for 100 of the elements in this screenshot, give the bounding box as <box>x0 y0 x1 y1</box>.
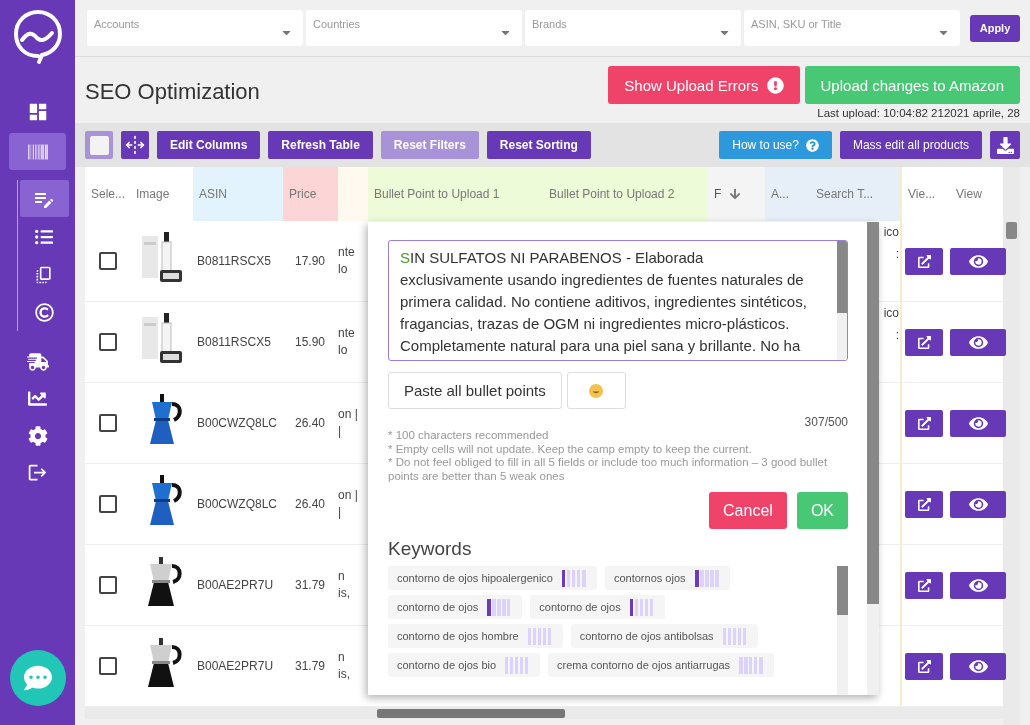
asin-cell-text: B0811RSCX5 <box>196 254 272 268</box>
logo <box>11 8 64 66</box>
row-checkbox[interactable] <box>99 495 117 513</box>
view-button[interactable] <box>950 247 1006 275</box>
keyword-meter <box>629 598 655 616</box>
asin-cell-text: B00CWZQ8LC <box>196 497 279 511</box>
price-cell-text: 15.90 <box>294 335 327 349</box>
view-button[interactable] <box>950 490 1006 518</box>
copyright-icon <box>34 303 54 322</box>
toolbar-button[interactable]: Refresh Table <box>268 131 373 159</box>
filter-dropdown[interactable]: Accounts <box>87 10 303 46</box>
column-header[interactable]: A... <box>765 167 810 221</box>
keyword-text: contorno de ojos hipoalergenico <box>397 572 553 584</box>
keyword-chip[interactable]: contorno de ojos bio <box>388 653 541 677</box>
toolbar-button[interactable]: Reset Sorting <box>486 131 591 159</box>
edit-button[interactable] <box>905 409 943 437</box>
filter-dropdown[interactable]: Brands <box>525 10 741 46</box>
keyword-chip[interactable]: crema contorno de ojos antiarrugas <box>548 653 775 677</box>
keyword-text: crema contorno de ojos antiarrugas <box>557 659 731 671</box>
column-header[interactable]: ASIN <box>193 167 283 221</box>
column-header[interactable]: Price <box>283 167 338 221</box>
view-button[interactable] <box>950 652 1006 680</box>
scrollbar-thumb[interactable] <box>837 241 847 313</box>
column-header[interactable]: View <box>950 167 1003 221</box>
scrollbar-thumb[interactable] <box>377 708 565 718</box>
filter-dropdown[interactable]: ASIN, SKU or Title <box>744 10 960 46</box>
keyword-text: contornos ojos <box>613 572 686 584</box>
edit-button[interactable] <box>905 328 943 356</box>
scrollbar-thumb[interactable] <box>1006 222 1017 239</box>
keyword-chip[interactable]: contorno de ojos <box>530 595 665 619</box>
bullet-point-field[interactable]: SIN SULFATOS NI PARABENOS - Elaborada exclusivamente usando ingredientes de fuentes naturales de primera calidad. No contiene aditivos, ingredientes sintéticos, fragancias, trazas de OGM ni ingredientes micro-plásticos. Completamente natural para una piel sana y brillante. No ha <box>388 240 848 361</box>
smiley-icon <box>589 383 604 398</box>
show-upload-errors-button[interactable]: Show Upload Errors <box>608 66 800 104</box>
keyword-text: contorno de ojos hombre <box>397 630 519 642</box>
column-header[interactable]: Bullet Point to Upload 2 <box>543 167 708 221</box>
external-link-icon <box>917 497 931 511</box>
asin-cell-text: B00AE2PR7U <box>196 659 275 673</box>
filter-dropdown[interactable]: Countries <box>306 10 522 46</box>
logout-icon[interactable] <box>27 462 48 483</box>
settings-icon[interactable] <box>27 425 48 446</box>
scrollbar-thumb[interactable] <box>837 566 848 615</box>
keyword-chip[interactable]: contorno de ojos <box>388 595 523 619</box>
row-checkbox[interactable] <box>99 252 117 270</box>
page-title: SEO Optimization <box>85 79 260 106</box>
price-cell-text: 26.40 <box>294 416 327 430</box>
view-button[interactable] <box>950 571 1006 599</box>
help-button[interactable]: How to use? <box>719 131 832 159</box>
row-checkbox[interactable] <box>99 657 117 675</box>
edit-button[interactable] <box>905 490 943 518</box>
row-checkbox[interactable] <box>99 414 117 432</box>
column-header[interactable]: F <box>708 167 765 221</box>
edit-button[interactable] <box>905 652 943 680</box>
resize-icon <box>125 135 145 155</box>
bullet-text-cell-text: on | | <box>338 406 359 440</box>
edit-list-nav-item[interactable] <box>19 180 69 217</box>
row-checkbox[interactable] <box>99 333 117 351</box>
external-link-icon <box>917 578 931 592</box>
price-cell-text: 31.79 <box>294 659 327 673</box>
chart-icon[interactable] <box>28 389 47 408</box>
hint-text: * Do not feel obliged to fill in all 5 fields or include too much information – 3 good bullet points are better than 5 weak ones <box>388 456 829 483</box>
scrollbar-thumb[interactable] <box>867 222 879 604</box>
asin-cell-text: B00AE2PR7U <box>196 578 275 592</box>
column-header[interactable]: Sele... <box>85 167 130 221</box>
truck-icon[interactable] <box>26 350 49 373</box>
keyword-chip[interactable]: contorno de ojos hombre <box>388 624 563 648</box>
column-header[interactable]: Bullet Point to Upload 1 <box>368 167 543 221</box>
price-cell-text: 17.90 <box>294 254 327 268</box>
download-button[interactable] <box>990 131 1020 159</box>
apply-button[interactable]: Apply <box>970 14 1020 42</box>
keyword-chip[interactable]: contornos ojos <box>604 566 730 590</box>
keyword-meter <box>487 598 513 616</box>
search-terms-cell-text: ico : <box>882 224 900 263</box>
bullet-text-cell-text: on | | <box>338 487 359 521</box>
column-header[interactable]: Vie... <box>900 167 950 221</box>
keyword-chip[interactable]: contorno de ojos antibolsas <box>570 624 758 648</box>
edit-button[interactable] <box>905 571 943 599</box>
view-button[interactable] <box>950 409 1006 437</box>
help-icon <box>805 138 819 152</box>
resize-columns-button[interactable] <box>121 131 149 159</box>
hint-text: * 100 characters recommended <box>388 429 550 443</box>
last-upload-text: Last upload: 10:04:82 212021 aprile, 28 <box>817 107 1020 119</box>
row-checkbox[interactable] <box>99 576 117 594</box>
download-icon <box>996 136 1014 154</box>
paste-bullet-points-button[interactable]: Paste all bullet points <box>388 372 562 409</box>
keyword-text: contorno de ojos <box>539 601 621 613</box>
cancel-button[interactable]: Cancel <box>709 492 787 529</box>
edit-button[interactable] <box>905 247 943 275</box>
external-link-icon <box>917 335 931 349</box>
toolbar-button[interactable]: Edit Columns <box>157 131 261 159</box>
column-header[interactable]: Image <box>130 167 193 221</box>
list-icon <box>35 227 53 246</box>
keyword-chip[interactable]: contorno de ojos hipoalergenico <box>388 566 597 590</box>
column-header[interactable]: Search T... <box>810 167 900 221</box>
external-link-icon <box>917 416 931 430</box>
keywords-heading: Keywords <box>388 538 473 560</box>
view-button[interactable] <box>950 328 1006 356</box>
mass-edit-button[interactable]: Mass edit all products <box>839 131 982 159</box>
keyword-text: contorno de ojos antibolsas <box>579 630 714 642</box>
keyword-text: contorno de ojos <box>397 601 479 613</box>
price-cell-text: 31.79 <box>294 578 327 592</box>
